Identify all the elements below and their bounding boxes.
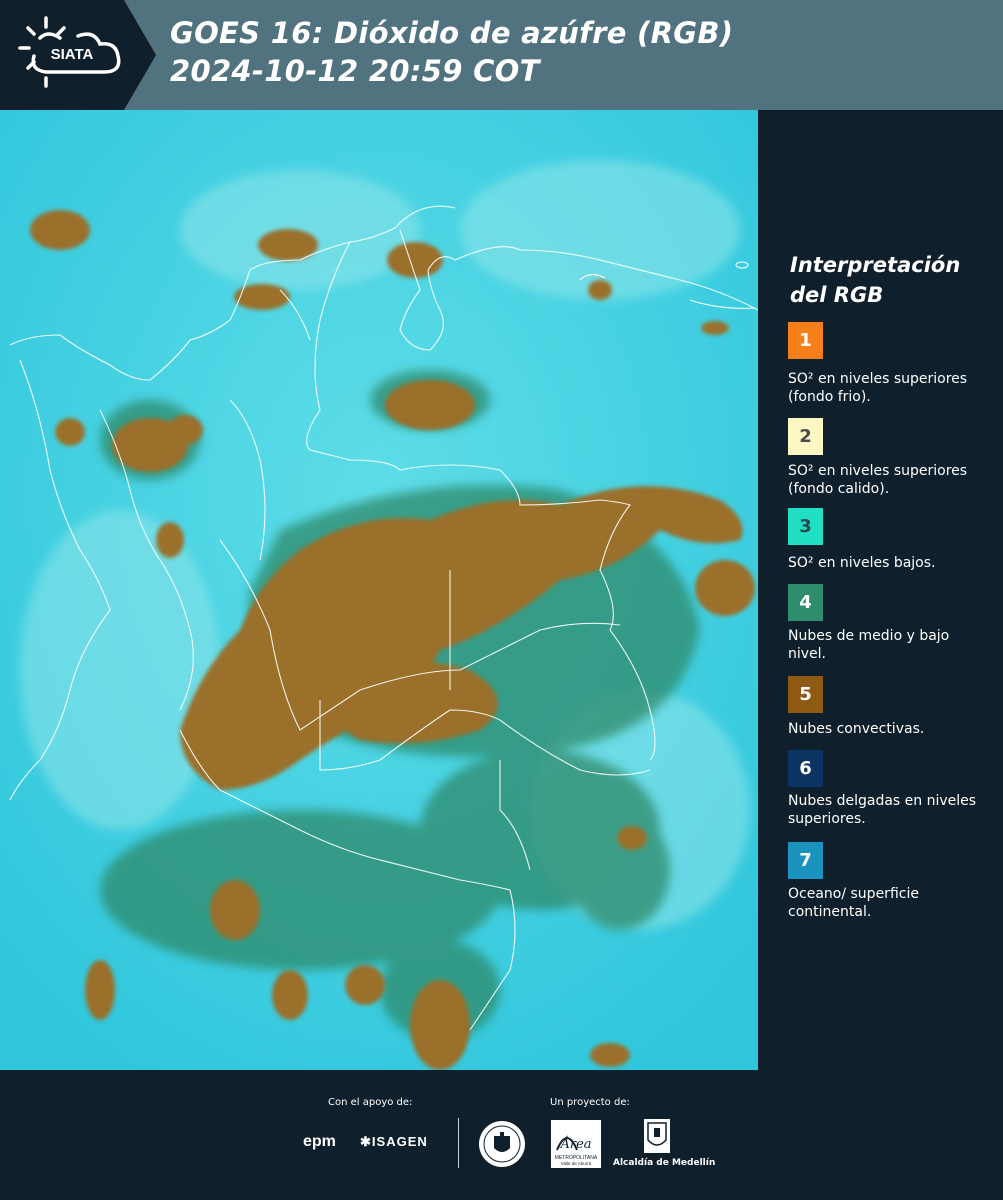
- header: SIATA GOES 16: Dióxido de azúfre (RGB) 2…: [0, 0, 1003, 110]
- isagen-icon: ✱: [360, 1134, 372, 1149]
- footer: Con el apoyo de: Un proyecto de: epm ✱IS…: [0, 1070, 1003, 1200]
- epm-logo: epm: [303, 1133, 336, 1150]
- svg-text:SIATA: SIATA: [51, 46, 94, 63]
- legend-swatch-4: 4: [788, 584, 823, 621]
- legend-label-1: SO² en niveles superiores (fondo frio).: [788, 371, 968, 405]
- legend-swatch-6: 6: [788, 750, 823, 787]
- legend-label-7: Oceano/ superficie continental.: [788, 886, 919, 920]
- siata-logo: SIATA: [0, 0, 158, 110]
- legend-swatch-1: 1: [788, 322, 823, 359]
- satellite-map[interactable]: [0, 110, 758, 1070]
- legend-label-5: Nubes convectivas.: [788, 721, 925, 737]
- legend-title: Interpretación del RGB: [790, 253, 961, 307]
- legend-label-3: SO² en niveles bajos.: [788, 555, 936, 571]
- svg-text:Área: Área: [559, 1136, 591, 1152]
- support-label: Con el apoyo de:: [328, 1097, 413, 1108]
- legend-label-6: Nubes delgadas en niveles superiores.: [788, 793, 977, 827]
- footer-divider: [458, 1118, 459, 1168]
- svg-text:Valle de Aburrá: Valle de Aburrá: [561, 1161, 592, 1166]
- legend-panel: Interpretación del RGB 1 SO² en niveles …: [758, 110, 1003, 1070]
- legend-label-2: SO² en niveles superiores (fondo calido)…: [788, 463, 968, 497]
- area-metropolitana-logo: Área METROPOLITANA Valle de Aburrá: [551, 1120, 601, 1172]
- legend-swatch-7: 7: [788, 842, 823, 879]
- project-label: Un proyecto de:: [550, 1097, 630, 1108]
- page-title: GOES 16: Dióxido de azúfre (RGB) 2024-10…: [170, 14, 733, 90]
- medellin-seal-icon: [478, 1118, 526, 1174]
- legend-swatch-3: 3: [788, 508, 823, 545]
- alcaldia-label: Alcaldía de Medellín: [613, 1158, 716, 1168]
- isagen-logo: ✱ISAGEN: [360, 1134, 428, 1149]
- title-line-1: GOES 16: Dióxido de azúfre (RGB): [170, 16, 734, 50]
- legend-label-4: Nubes de medio y bajo nivel.: [788, 628, 950, 662]
- legend-swatch-5: 5: [788, 676, 823, 713]
- alcaldia-shield-icon: [643, 1118, 671, 1158]
- title-line-2: 2024-10-12 20:59 COT: [170, 54, 540, 88]
- legend-swatch-2: 2: [788, 418, 823, 455]
